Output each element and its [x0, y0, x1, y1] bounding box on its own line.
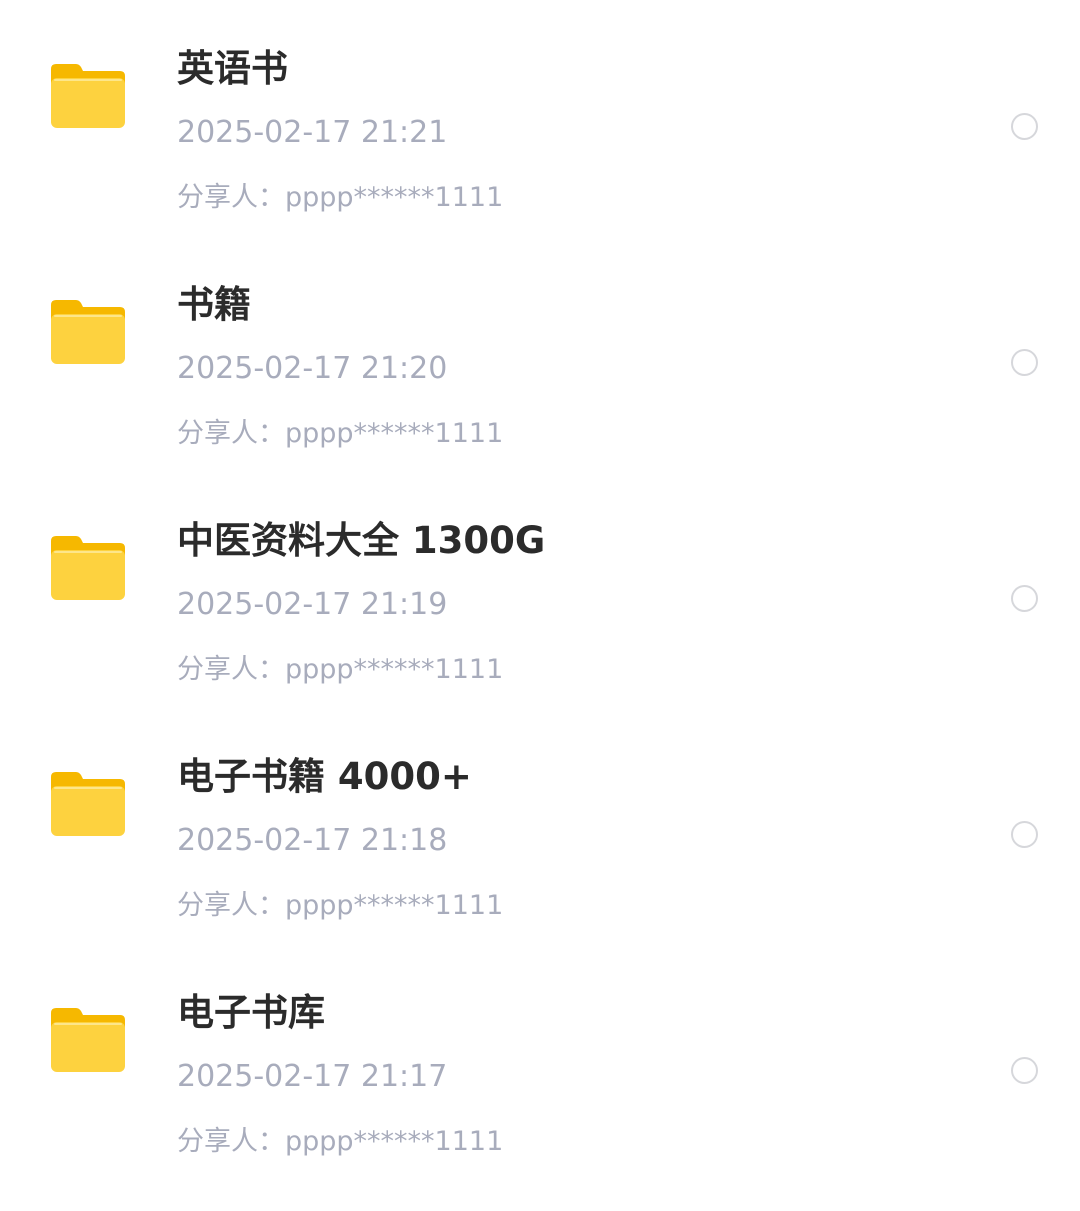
- file-name: 书籍: [177, 283, 251, 326]
- folder-icon: [50, 532, 126, 600]
- file-item[interactable]: 电子书籍 4000+ 2025-02-17 21:18 分享人：pppp****…: [0, 708, 1080, 944]
- file-time: 2025-02-17 21:19: [177, 587, 448, 622]
- file-name: 中医资料大全 1300G: [177, 519, 546, 562]
- shared-file-list: 英语书 2025-02-17 21:21 分享人：pppp******1111 …: [0, 0, 1080, 1211]
- folder-icon: [50, 296, 126, 364]
- file-name: 电子书籍 4000+: [177, 755, 472, 798]
- select-radio[interactable]: [1011, 821, 1038, 848]
- file-item[interactable]: 英语书 2025-02-17 21:21 分享人：pppp******1111: [0, 0, 1080, 236]
- file-item[interactable]: 中医资料大全 1300G 2025-02-17 21:19 分享人：pppp**…: [0, 472, 1080, 708]
- file-sharer: 分享人：pppp******1111: [177, 1126, 504, 1157]
- file-time: 2025-02-17 21:20: [177, 351, 448, 386]
- file-name: 英语书: [177, 47, 288, 90]
- folder-icon: [50, 60, 126, 128]
- file-time: 2025-02-17 21:21: [177, 115, 448, 150]
- file-time: 2025-02-17 21:17: [177, 1059, 448, 1094]
- folder-icon: [50, 1004, 126, 1072]
- select-radio[interactable]: [1011, 1057, 1038, 1084]
- file-item[interactable]: 书籍 2025-02-17 21:20 分享人：pppp******1111: [0, 236, 1080, 472]
- select-radio[interactable]: [1011, 349, 1038, 376]
- select-radio[interactable]: [1011, 113, 1038, 140]
- file-name: 电子书库: [177, 991, 325, 1034]
- folder-icon: [50, 768, 126, 836]
- file-sharer: 分享人：pppp******1111: [177, 654, 504, 685]
- file-time: 2025-02-17 21:18: [177, 823, 448, 858]
- file-item[interactable]: 电子书库 2025-02-17 21:17 分享人：pppp******1111: [0, 944, 1080, 1180]
- file-sharer: 分享人：pppp******1111: [177, 890, 504, 921]
- file-sharer: 分享人：pppp******1111: [177, 418, 504, 449]
- select-radio[interactable]: [1011, 585, 1038, 612]
- file-sharer: 分享人：pppp******1111: [177, 182, 504, 213]
